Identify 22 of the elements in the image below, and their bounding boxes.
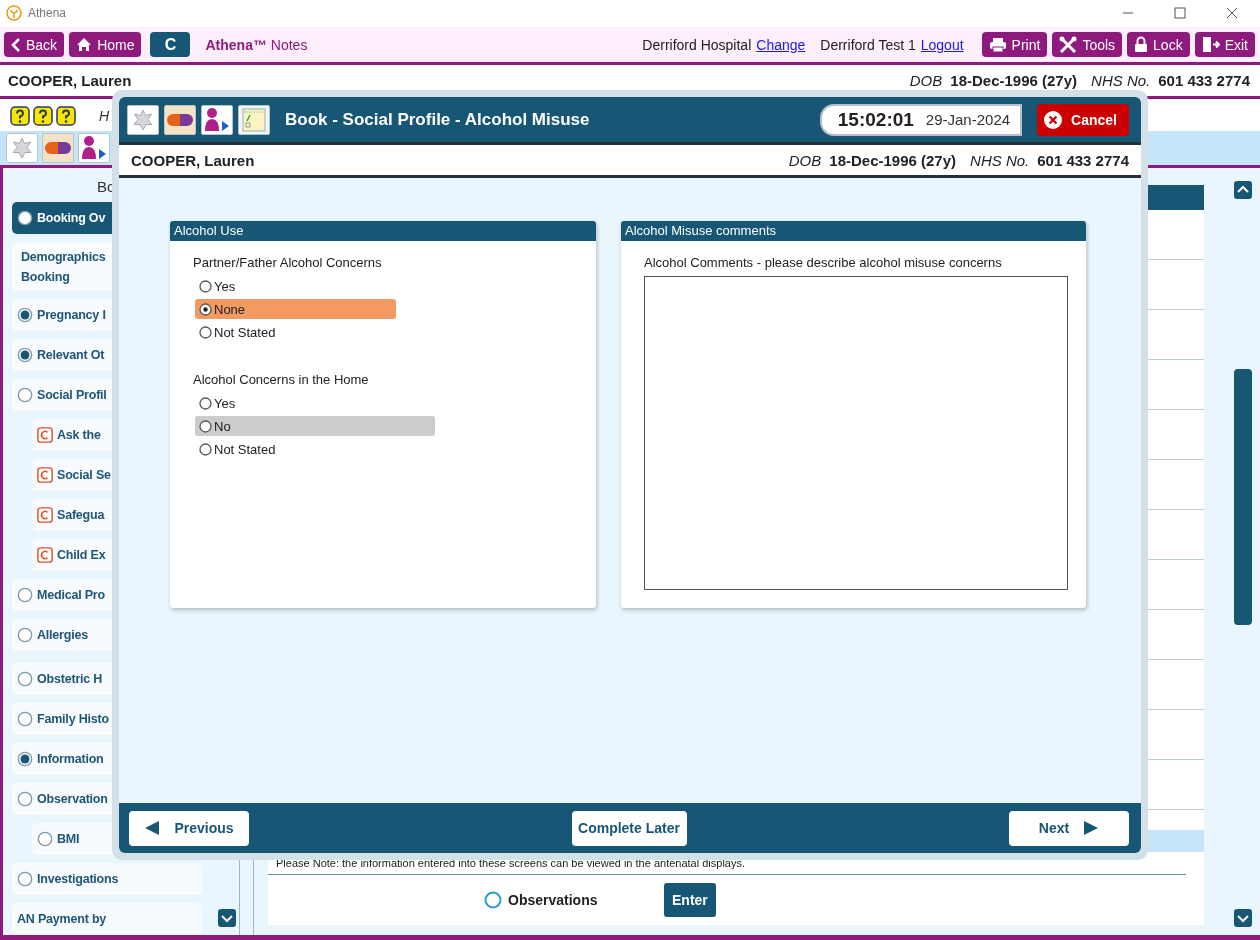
patient-name: COOPER, Lauren bbox=[131, 151, 255, 169]
nhs-number-value: 601 433 2774 bbox=[1037, 151, 1129, 169]
card-header: Alcohol Use bbox=[170, 221, 596, 241]
date-text: 29-Jan-2024 bbox=[925, 111, 1011, 128]
dialog-title: Book - Social Profile - Alcohol Misuse bbox=[285, 109, 590, 130]
nhs-number-value: 601 433 2774 bbox=[1158, 72, 1250, 89]
help-text: H bbox=[99, 108, 110, 124]
field-label: Alcohol Comments - please describe alcohol misuse concerns bbox=[644, 255, 1003, 270]
app-name: Athena™ Notes bbox=[205, 36, 308, 53]
dob-label: DOB bbox=[909, 72, 943, 89]
dob-label: DOB bbox=[788, 151, 822, 169]
user-name: Derriford Test 1 bbox=[820, 36, 916, 53]
dob-value: 18-Dec-1996 (27y) bbox=[950, 72, 1078, 89]
nhs-number-label: NHS No. bbox=[1091, 72, 1151, 89]
hospital-name: Derriford Hospital bbox=[642, 36, 752, 53]
dob-value: 18-Dec-1996 (27y) bbox=[829, 151, 957, 169]
card-header: Alcohol Misuse comments bbox=[621, 221, 1086, 241]
observations-label: Observations bbox=[508, 892, 599, 908]
nhs-number-label: NHS No. bbox=[970, 151, 1030, 169]
time-text: 15:02:01 bbox=[837, 108, 914, 131]
window-title: Athena bbox=[28, 6, 67, 20]
patient-name: COOPER, Lauren bbox=[8, 72, 132, 89]
